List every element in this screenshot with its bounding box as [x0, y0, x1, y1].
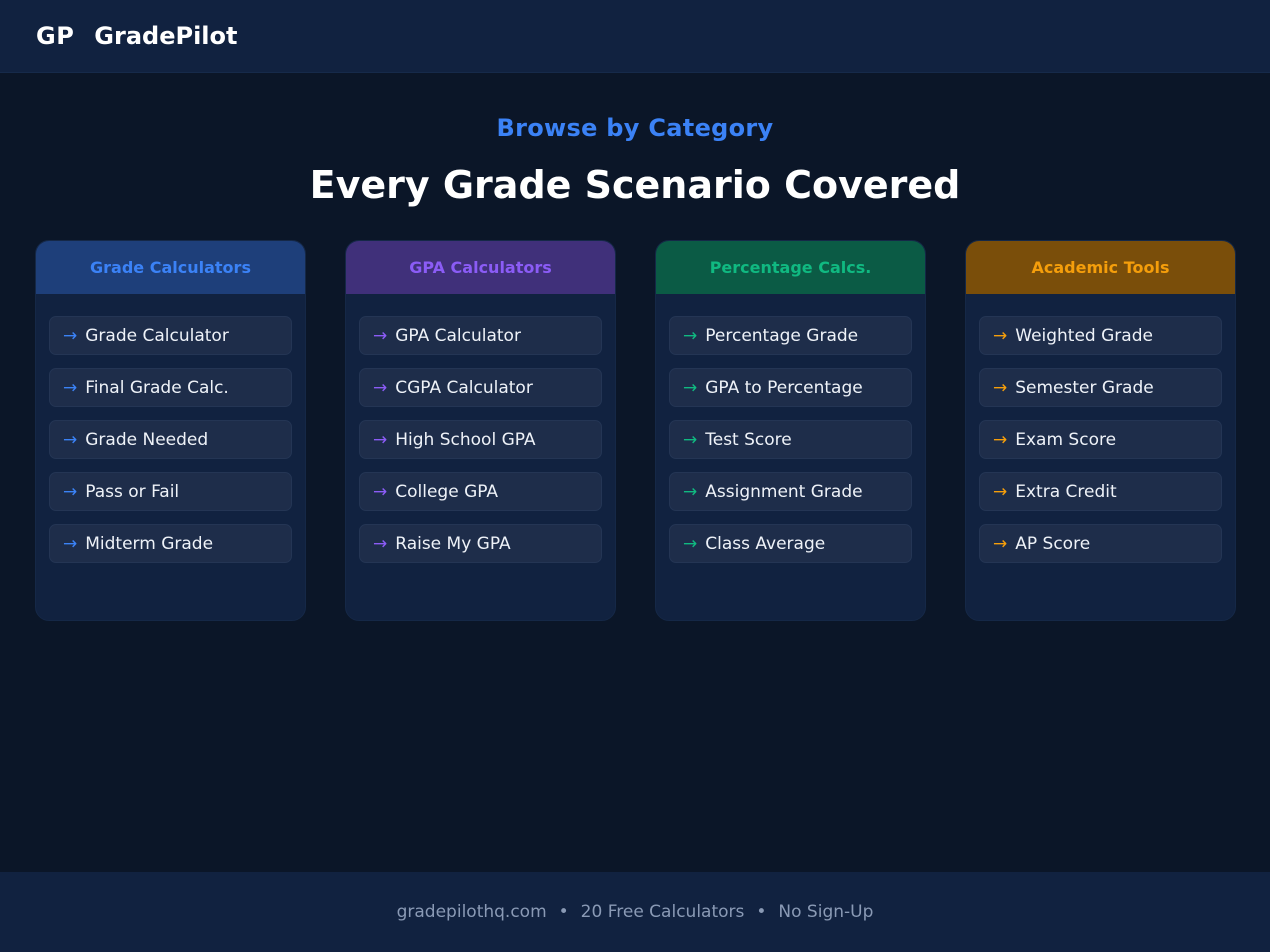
arrow-right-icon: → — [683, 481, 698, 502]
arrow-right-icon: → — [683, 429, 698, 450]
link-class-average[interactable]: → Class Average — [669, 524, 912, 563]
link-midterm-grade[interactable]: → Midterm Grade — [49, 524, 292, 563]
link-label: Final Grade Calc. — [85, 377, 229, 398]
link-label: Exam Score — [1015, 429, 1117, 450]
page-title: Every Grade Scenario Covered — [309, 163, 961, 207]
arrow-right-icon: → — [993, 429, 1008, 450]
link-label: Extra Credit — [1015, 481, 1117, 502]
category-card-academic-tools: Academic Tools → Weighted Grade → Semester… — [965, 240, 1236, 621]
card-link-list: → Grade Calculator → Final Grade Calc. → Gr… — [36, 294, 305, 563]
arrow-right-icon: → — [373, 429, 388, 450]
arrow-right-icon: → — [373, 533, 388, 554]
arrow-right-icon: → — [63, 533, 78, 554]
link-label: Pass or Fail — [85, 481, 180, 502]
link-weighted-grade[interactable]: → Weighted Grade — [979, 316, 1222, 355]
footer-site[interactable]: gradepilothq.com — [397, 902, 547, 922]
arrow-right-icon: → — [993, 377, 1008, 398]
card-header: Percentage Calcs. — [656, 241, 925, 294]
card-header: Grade Calculators — [36, 241, 305, 294]
arrow-right-icon: → — [993, 325, 1008, 346]
link-final-grade-calc[interactable]: → Final Grade Calc. — [49, 368, 292, 407]
card-title: Percentage Calcs. — [709, 258, 872, 277]
page-footer: gradepilothq.com • 20 Free Calculators •… — [0, 872, 1270, 952]
link-gpa-calculator[interactable]: → GPA Calculator — [359, 316, 602, 355]
card-link-list: → Percentage Grade → GPA to Percentage → Te… — [656, 294, 925, 563]
link-label: Midterm Grade — [85, 533, 214, 554]
link-grade-calculator[interactable]: → Grade Calculator — [49, 316, 292, 355]
link-assignment-grade[interactable]: → Assignment Grade — [669, 472, 912, 511]
arrow-right-icon: → — [63, 325, 78, 346]
category-card-grade: Grade Calculators → Grade Calculator → Fin… — [35, 240, 306, 621]
link-label: High School GPA — [395, 429, 536, 450]
arrow-right-icon: → — [993, 533, 1008, 554]
link-label: AP Score — [1015, 533, 1091, 554]
card-link-list: → Weighted Grade → Semester Grade → Exam Sc… — [966, 294, 1235, 563]
arrow-right-icon: → — [683, 377, 698, 398]
footer-separator: • — [756, 902, 767, 922]
arrow-right-icon: → — [683, 325, 698, 346]
section-eyebrow: Browse by Category — [496, 114, 774, 142]
link-grade-needed[interactable]: → Grade Needed — [49, 420, 292, 459]
link-college-gpa[interactable]: → College GPA — [359, 472, 602, 511]
category-card-gpa: GPA Calculators → GPA Calculator → CGPA Ca… — [345, 240, 616, 621]
link-label: Assignment Grade — [705, 481, 863, 502]
link-label: Grade Needed — [85, 429, 209, 450]
link-label: Percentage Grade — [705, 325, 859, 346]
link-pass-or-fail[interactable]: → Pass or Fail — [49, 472, 292, 511]
arrow-right-icon: → — [373, 377, 388, 398]
link-ap-score[interactable]: → AP Score — [979, 524, 1222, 563]
card-header: GPA Calculators — [346, 241, 615, 294]
arrow-right-icon: → — [683, 533, 698, 554]
arrow-right-icon: → — [373, 481, 388, 502]
link-label: Class Average — [705, 533, 826, 554]
link-label: Weighted Grade — [1015, 325, 1153, 346]
brand-name[interactable]: GradePilot — [94, 22, 237, 50]
link-high-school-gpa[interactable]: → High School GPA — [359, 420, 602, 459]
link-test-score[interactable]: → Test Score — [669, 420, 912, 459]
link-gpa-to-percentage[interactable]: → GPA to Percentage — [669, 368, 912, 407]
card-title: Grade Calculators — [90, 258, 251, 277]
footer-calculators: 20 Free Calculators — [580, 902, 745, 922]
link-percentage-grade[interactable]: → Percentage Grade — [669, 316, 912, 355]
footer-signup: No Sign-Up — [778, 902, 874, 922]
category-card-percentage: Percentage Calcs. → Percentage Grade → GPA… — [655, 240, 926, 621]
footer-separator: • — [558, 902, 569, 922]
card-title: GPA Calculators — [409, 258, 552, 277]
link-label: Test Score — [705, 429, 792, 450]
arrow-right-icon: → — [373, 325, 388, 346]
link-label: Semester Grade — [1015, 377, 1154, 398]
link-label: College GPA — [395, 481, 499, 502]
link-label: GPA Calculator — [395, 325, 521, 346]
link-label: Grade Calculator — [85, 325, 229, 346]
link-exam-score[interactable]: → Exam Score — [979, 420, 1222, 459]
card-link-list: → GPA Calculator → CGPA Calculator → High S… — [346, 294, 615, 563]
logo-mark[interactable]: GP — [36, 22, 74, 50]
link-label: GPA to Percentage — [705, 377, 863, 398]
arrow-right-icon: → — [63, 377, 78, 398]
link-extra-credit[interactable]: → Extra Credit — [979, 472, 1222, 511]
link-raise-my-gpa[interactable]: → Raise My GPA — [359, 524, 602, 563]
card-title: Academic Tools — [1031, 258, 1170, 277]
link-cgpa-calculator[interactable]: → CGPA Calculator — [359, 368, 602, 407]
arrow-right-icon: → — [63, 481, 78, 502]
link-label: CGPA Calculator — [395, 377, 533, 398]
arrow-right-icon: → — [63, 429, 78, 450]
link-semester-grade[interactable]: → Semester Grade — [979, 368, 1222, 407]
arrow-right-icon: → — [993, 481, 1008, 502]
card-header: Academic Tools — [966, 241, 1235, 294]
link-label: Raise My GPA — [395, 533, 511, 554]
top-header: GP GradePilot — [0, 0, 1270, 73]
